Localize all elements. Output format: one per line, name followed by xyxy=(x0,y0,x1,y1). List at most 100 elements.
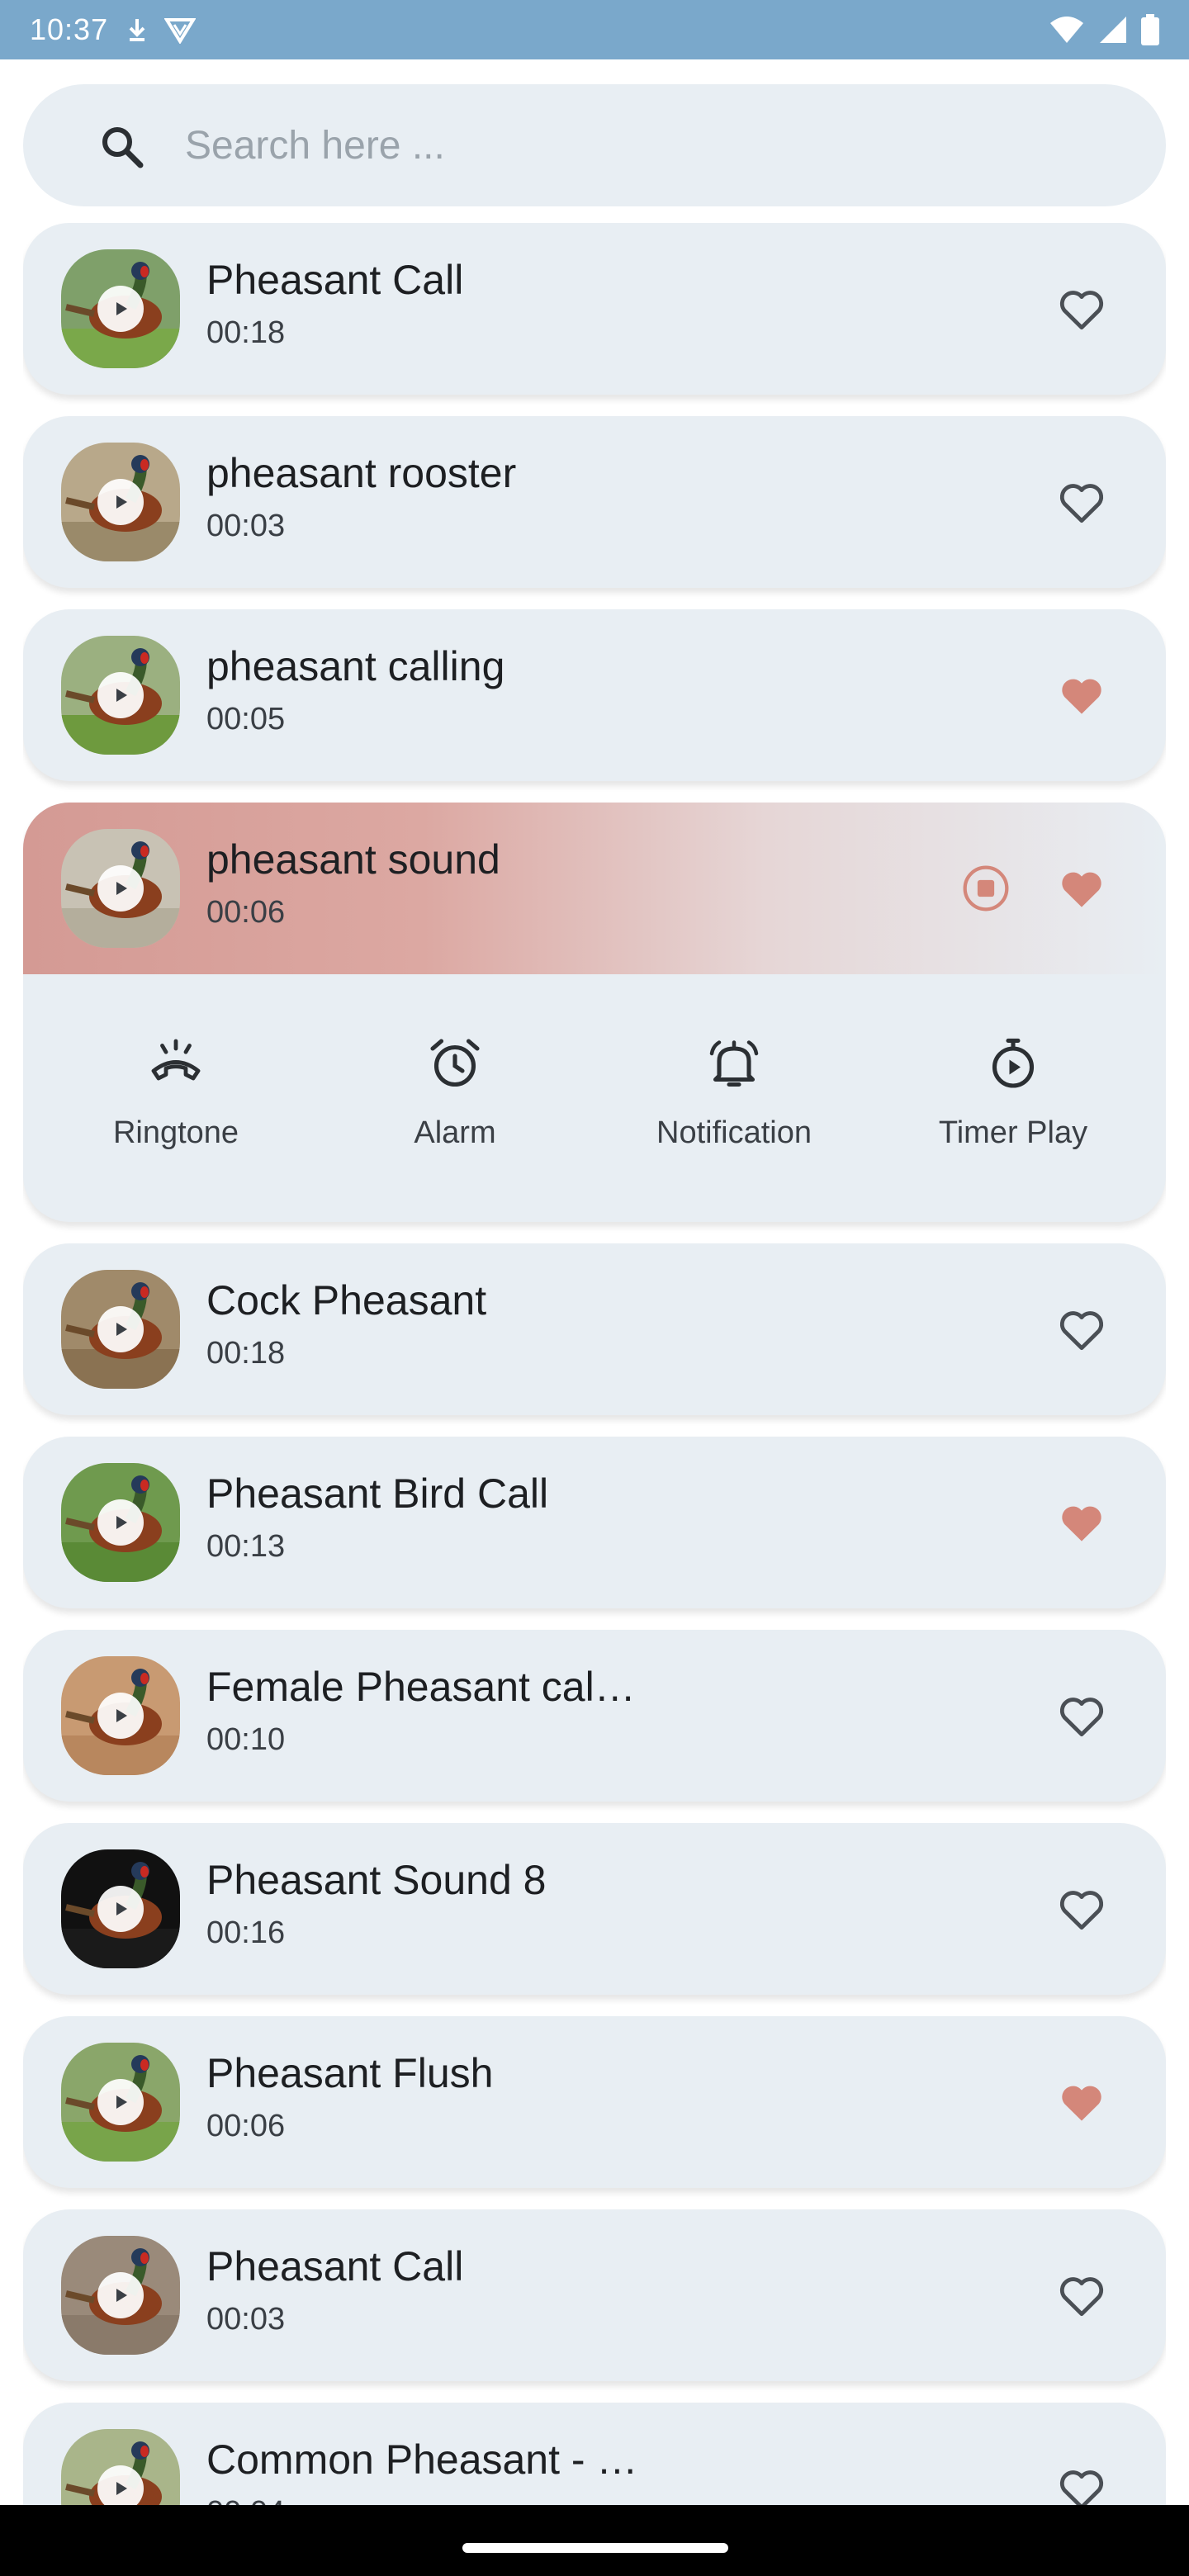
action-timer-play[interactable]: Timer Play xyxy=(874,974,1153,1222)
sound-list-item[interactable]: Common Pheasant - … 00:04 xyxy=(23,2403,1166,2505)
sound-list-item[interactable]: pheasant sound 00:06 Ringtone Alarm Notifi… xyxy=(23,803,1166,1222)
sound-title: Female Pheasant cal… xyxy=(206,1664,636,1710)
favorite-button[interactable] xyxy=(1055,1882,1108,1935)
play-button[interactable] xyxy=(97,1499,144,1546)
sound-duration: 00:06 xyxy=(206,2109,286,2143)
play-button[interactable] xyxy=(97,479,144,525)
pheasant-thumbnail xyxy=(61,636,180,755)
sound-title: Pheasant Call xyxy=(206,2243,464,2290)
sound-title: Common Pheasant - … xyxy=(206,2436,638,2483)
favorite-button[interactable] xyxy=(1055,476,1108,528)
action-label: Notification xyxy=(656,1115,812,1150)
favorite-button[interactable] xyxy=(1055,669,1108,722)
heart-outline-icon xyxy=(1059,2470,1104,2505)
play-button[interactable] xyxy=(97,286,144,332)
search-input[interactable]: Search here ... xyxy=(23,84,1166,206)
download-arrow-icon xyxy=(129,19,145,41)
battery-icon xyxy=(1141,14,1159,45)
play-icon xyxy=(116,1902,127,1915)
sound-list-item[interactable]: pheasant rooster 00:03 xyxy=(23,416,1166,588)
sound-list-item[interactable]: Pheasant Call 00:03 xyxy=(23,2209,1166,2381)
play-icon xyxy=(116,302,127,315)
play-icon xyxy=(116,2482,127,2495)
heart-filled-icon xyxy=(1062,872,1101,907)
action-notification[interactable]: Notification xyxy=(594,974,874,1222)
sound-title: pheasant calling xyxy=(206,643,505,689)
sound-duration: 00:05 xyxy=(206,702,286,736)
play-icon xyxy=(116,1516,127,1529)
play-button[interactable] xyxy=(97,2465,144,2505)
play-button[interactable] xyxy=(97,2272,144,2318)
action-label: Timer Play xyxy=(938,1115,1088,1150)
play-button[interactable] xyxy=(97,865,144,912)
sound-list-item[interactable]: Pheasant Sound 8 00:16 xyxy=(23,1823,1166,1995)
action-alarm[interactable]: Alarm xyxy=(315,974,594,1222)
favorite-button[interactable] xyxy=(1055,1303,1108,1356)
sound-list-item[interactable]: Cock Pheasant 00:18 xyxy=(23,1243,1166,1415)
sound-list-item[interactable]: Pheasant Call 00:18 xyxy=(23,223,1166,395)
sound-duration: 00:18 xyxy=(206,315,286,350)
sound-duration: 00:04 xyxy=(206,2495,285,2505)
alarm-clock-icon xyxy=(425,1034,485,1097)
sound-list-item[interactable]: Female Pheasant cal… 00:10 xyxy=(23,1630,1166,1802)
favorite-button[interactable] xyxy=(1055,1689,1108,1742)
sound-item-header[interactable]: pheasant rooster 00:03 xyxy=(23,416,1166,588)
sound-item-header[interactable]: Pheasant Call 00:03 xyxy=(23,2209,1166,2381)
sound-title: pheasant rooster xyxy=(206,450,517,496)
heart-outline-icon xyxy=(1059,1311,1104,1351)
stop-button[interactable] xyxy=(959,862,1012,915)
pheasant-thumbnail xyxy=(61,249,180,368)
notification-bell-icon xyxy=(704,1034,764,1097)
sound-list-item[interactable]: Pheasant Flush 00:06 xyxy=(23,2016,1166,2188)
heart-outline-icon xyxy=(1059,1891,1104,1930)
sound-item-header[interactable]: Pheasant Call 00:18 xyxy=(23,223,1166,395)
sound-item-header[interactable]: Pheasant Bird Call 00:13 xyxy=(23,1437,1166,1608)
home-indicator[interactable] xyxy=(462,2543,728,2553)
play-icon xyxy=(116,2289,127,2302)
sound-duration: 00:18 xyxy=(206,1336,286,1371)
action-label: Alarm xyxy=(414,1115,496,1150)
sound-list-item[interactable]: pheasant calling 00:05 xyxy=(23,609,1166,781)
favorite-button[interactable] xyxy=(1055,2269,1108,2322)
sound-list-item[interactable]: Pheasant Bird Call 00:13 xyxy=(23,1437,1166,1608)
play-button[interactable] xyxy=(97,1693,144,1739)
heart-outline-icon xyxy=(1059,291,1104,330)
favorite-button[interactable] xyxy=(1055,2462,1108,2505)
sound-title: Pheasant Bird Call xyxy=(206,1470,549,1517)
sound-list: Pheasant Call 00:18 pheasant rooster 00:… xyxy=(23,223,1166,2505)
play-icon xyxy=(116,1323,127,1336)
sound-item-header[interactable]: pheasant calling 00:05 xyxy=(23,609,1166,781)
pheasant-thumbnail xyxy=(61,2429,180,2505)
sound-duration: 00:13 xyxy=(206,1529,286,1564)
play-button[interactable] xyxy=(97,1886,144,1932)
sound-item-header[interactable]: pheasant sound 00:06 xyxy=(23,803,1166,974)
play-button[interactable] xyxy=(97,672,144,718)
sound-item-header[interactable]: Female Pheasant cal… 00:10 xyxy=(23,1630,1166,1802)
sound-title: Pheasant Flush xyxy=(206,2050,494,2096)
heart-outline-icon xyxy=(1059,2277,1104,2317)
pheasant-thumbnail xyxy=(61,1656,180,1775)
favorite-button[interactable] xyxy=(1055,1496,1108,1549)
favorite-button[interactable] xyxy=(1055,2076,1108,2129)
favorite-button[interactable] xyxy=(1055,282,1108,335)
play-button[interactable] xyxy=(97,1306,144,1352)
play-icon xyxy=(116,882,127,895)
stop-icon xyxy=(963,865,1009,912)
sound-item-header[interactable]: Common Pheasant - … 00:04 xyxy=(23,2403,1166,2505)
play-button[interactable] xyxy=(97,2079,144,2125)
wifi-icon xyxy=(1050,17,1083,43)
pheasant-thumbnail xyxy=(61,829,180,948)
pheasant-thumbnail xyxy=(61,1270,180,1389)
pheasant-thumbnail xyxy=(61,1849,180,1968)
sound-item-header[interactable]: Pheasant Flush 00:06 xyxy=(23,2016,1166,2188)
favorite-button[interactable] xyxy=(1055,862,1108,915)
sound-item-header[interactable]: Cock Pheasant 00:18 xyxy=(23,1243,1166,1415)
play-icon xyxy=(116,1709,127,1722)
sound-duration: 00:03 xyxy=(206,509,286,543)
action-ringtone[interactable]: Ringtone xyxy=(36,974,315,1222)
sound-item-header[interactable]: Pheasant Sound 8 00:16 xyxy=(23,1823,1166,1995)
vpn-shield-icon xyxy=(164,18,197,44)
pheasant-thumbnail xyxy=(61,2043,180,2162)
heart-filled-icon xyxy=(1062,679,1101,714)
pheasant-thumbnail xyxy=(61,1463,180,1582)
